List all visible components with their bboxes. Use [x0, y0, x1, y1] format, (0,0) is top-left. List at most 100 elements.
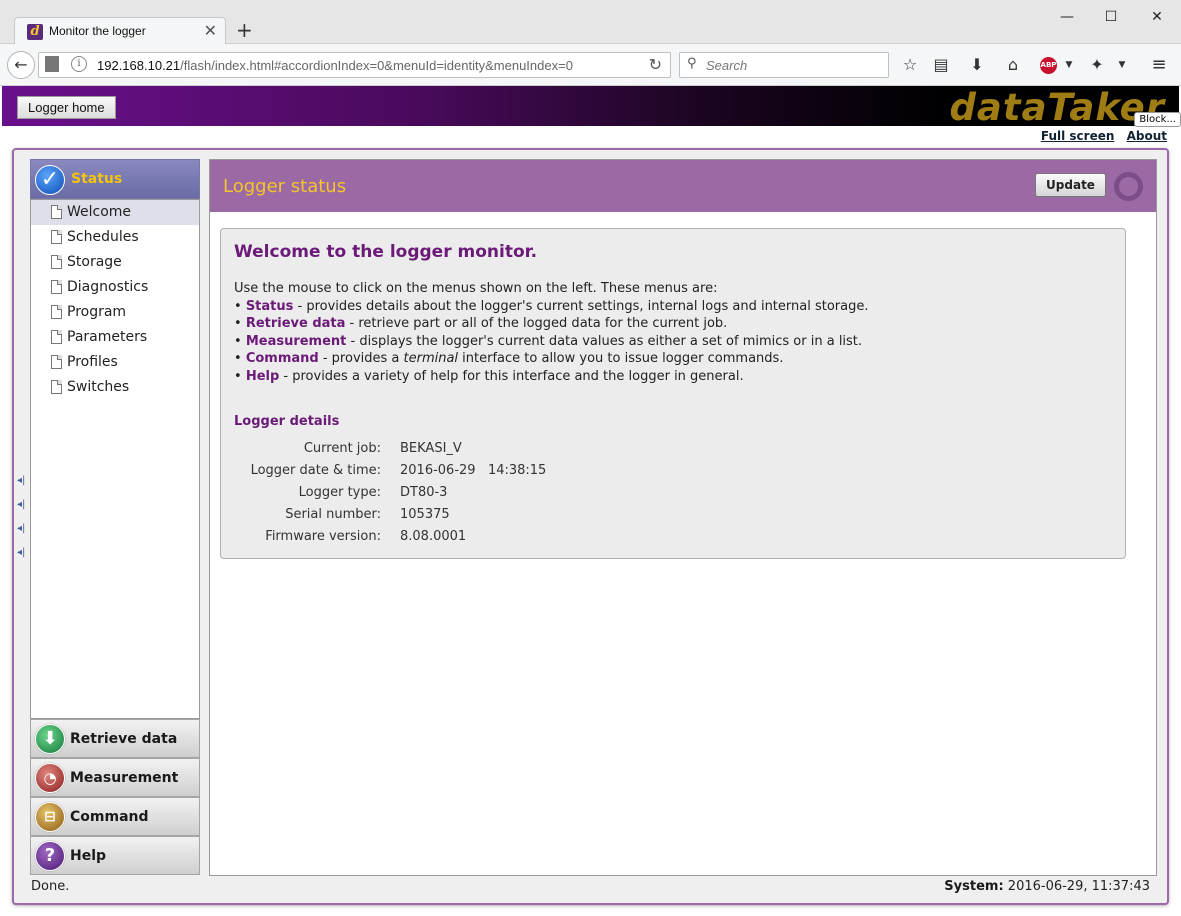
- detail-row-serial-number: Serial number: 105375: [221, 507, 821, 527]
- minimize-icon[interactable]: —: [1052, 6, 1082, 28]
- status-text: Done.: [31, 879, 70, 894]
- bullet-term: Status: [245, 298, 294, 314]
- detail-row-date-time: Logger date & time: 2016-06-29 14:38:15: [221, 463, 821, 483]
- logger-home-button[interactable]: Logger home: [17, 96, 116, 119]
- bullet-measurement: • Measurement - displays the logger's cu…: [234, 333, 863, 349]
- about-link[interactable]: About: [1127, 129, 1167, 143]
- adblock-dropdown-icon[interactable]: ▼: [1058, 54, 1080, 76]
- accordion-label: Measurement: [70, 770, 179, 786]
- download-arrow-icon: ⬇: [35, 724, 65, 754]
- accordion-header-retrieve-data[interactable]: ⬇ Retrieve data: [30, 719, 200, 758]
- sidebar-item-parameters[interactable]: Parameters: [31, 325, 199, 350]
- datataker-favicon-icon: d: [27, 24, 43, 40]
- document-icon: [51, 255, 62, 269]
- url-path: /flash/index.html#accordionIndex=0&menuI…: [180, 58, 573, 73]
- download-icon[interactable]: ⬇: [966, 54, 988, 76]
- window-close-icon[interactable]: ✕: [1142, 6, 1172, 28]
- bullet-text: - provides a: [318, 351, 404, 367]
- bullet-term: Command: [245, 351, 319, 367]
- sidebar-item-profiles[interactable]: Profiles: [31, 350, 199, 375]
- collapse-arrow-icon[interactable]: ◂|: [17, 499, 27, 523]
- document-icon: [51, 330, 62, 344]
- bullet-text: interface to allow you to issue logger c…: [458, 351, 784, 367]
- document-icon: [51, 205, 62, 219]
- browser-titlebar: d Monitor the logger ✕ + — ☐ ✕: [0, 0, 1181, 45]
- tab-close-icon[interactable]: ✕: [204, 21, 217, 40]
- tab-title: Monitor the logger: [49, 24, 146, 38]
- detail-row-firmware-version: Firmware version: 8.08.0001: [221, 529, 821, 549]
- document-icon: [51, 380, 62, 394]
- reload-icon[interactable]: ↻: [649, 55, 662, 74]
- detail-row-logger-type: Logger type: DT80-3: [221, 485, 821, 505]
- url-bar[interactable]: i 192.168.10.21/flash/index.html#accordi…: [38, 52, 671, 78]
- sidebar-item-diagnostics[interactable]: Diagnostics: [31, 275, 199, 300]
- home-icon[interactable]: ⌂: [1002, 54, 1024, 76]
- terminal-icon: ⊟: [35, 802, 65, 832]
- maximize-icon[interactable]: ☐: [1096, 6, 1126, 28]
- collapse-arrow-icon[interactable]: ◂|: [17, 523, 27, 547]
- url-text[interactable]: 192.168.10.21/flash/index.html#accordion…: [97, 58, 617, 73]
- accordion-header-command[interactable]: ⊟ Command: [30, 797, 200, 836]
- sidebar-item-label: Profiles: [67, 354, 118, 370]
- extension-icon[interactable]: ✦: [1086, 54, 1108, 76]
- bullet-emphasis: terminal: [403, 351, 459, 367]
- info-icon[interactable]: i: [71, 56, 87, 72]
- accordion-label: Command: [70, 809, 149, 825]
- accordion-header-measurement[interactable]: ◔ Measurement: [30, 758, 200, 797]
- block-tooltip[interactable]: Block...: [1134, 112, 1181, 127]
- back-arrow-icon[interactable]: ←: [7, 51, 35, 79]
- update-button[interactable]: Update: [1035, 173, 1106, 197]
- collapse-arrow-icon[interactable]: ◂|: [17, 547, 27, 571]
- collapse-arrow-icon[interactable]: ◂|: [17, 475, 27, 499]
- page-icon: [45, 56, 59, 72]
- sidebar-item-switches[interactable]: Switches: [31, 375, 199, 400]
- document-icon: [51, 230, 62, 244]
- sidebar-item-welcome[interactable]: Welcome: [31, 200, 199, 225]
- browser-tab[interactable]: d Monitor the logger ✕: [14, 17, 226, 45]
- detail-label: Current job:: [303, 441, 381, 456]
- new-tab-icon[interactable]: +: [236, 18, 253, 42]
- bullet-text: - retrieve part or all of the logged dat…: [345, 316, 728, 332]
- sidebar-item-label: Schedules: [67, 229, 139, 245]
- system-label: System:: [944, 879, 1004, 894]
- datataker-logo: dataTaker: [949, 86, 1165, 129]
- bookmark-star-icon[interactable]: ☆: [899, 54, 921, 76]
- bullet-term: Measurement: [245, 333, 347, 349]
- bullet-retrieve-data: • Retrieve data - retrieve part or all o…: [234, 316, 728, 332]
- document-icon: [51, 305, 62, 319]
- hamburger-menu-icon[interactable]: ≡: [1148, 54, 1170, 76]
- accordion-label: Retrieve data: [70, 731, 178, 747]
- sidebar-item-schedules[interactable]: Schedules: [31, 225, 199, 250]
- accordion-header-status[interactable]: ✓ Status: [30, 159, 200, 199]
- detail-value: 105375: [400, 507, 450, 522]
- bullet-text: - provides details about the logger's cu…: [293, 298, 869, 314]
- accordion-header-help[interactable]: ? Help: [30, 836, 200, 875]
- bullet-term: Retrieve data: [245, 316, 346, 332]
- search-placeholder: Search: [706, 58, 748, 73]
- main-header: Logger status Update: [210, 160, 1156, 212]
- sidebar-item-program[interactable]: Program: [31, 300, 199, 325]
- sidebar-accordion: ✓ Status Welcome Schedules Storage Diagn…: [30, 159, 200, 877]
- full-screen-link[interactable]: Full screen: [1041, 129, 1115, 143]
- detail-value: 8.08.0001: [400, 529, 467, 544]
- main-panel: Logger status Update Welcome to the logg…: [209, 159, 1157, 876]
- sidebar-item-storage[interactable]: Storage: [31, 250, 199, 275]
- accordion-label-status: Status: [71, 171, 123, 187]
- adblock-icon[interactable]: ABP: [1040, 57, 1057, 74]
- search-input[interactable]: ⚲ Search: [679, 52, 889, 78]
- system-value: 2016-06-29, 11:37:43: [1007, 879, 1150, 894]
- detail-value: 2016-06-29 14:38:15: [400, 463, 547, 478]
- top-links: Full screen About: [1033, 129, 1167, 143]
- reading-list-icon[interactable]: ▤: [930, 54, 952, 76]
- header-banner: Logger home dataTaker: [2, 86, 1179, 129]
- sidebar-item-label: Storage: [67, 254, 122, 270]
- intro-text: Use the mouse to click on the menus show…: [234, 280, 869, 386]
- collapse-arrows[interactable]: ◂| ◂| ◂| ◂|: [17, 475, 27, 571]
- bullet-text: - displays the logger's current data val…: [346, 333, 863, 349]
- document-icon: [51, 280, 62, 294]
- detail-row-current-job: Current job: BEKASI_V: [221, 441, 821, 461]
- extension-dropdown-icon[interactable]: ▼: [1111, 54, 1133, 76]
- accordion-label: Help: [70, 848, 107, 864]
- browser-navbar: ← i 192.168.10.21/flash/index.html#accor…: [0, 44, 1181, 86]
- detail-value: DT80-3: [400, 485, 448, 500]
